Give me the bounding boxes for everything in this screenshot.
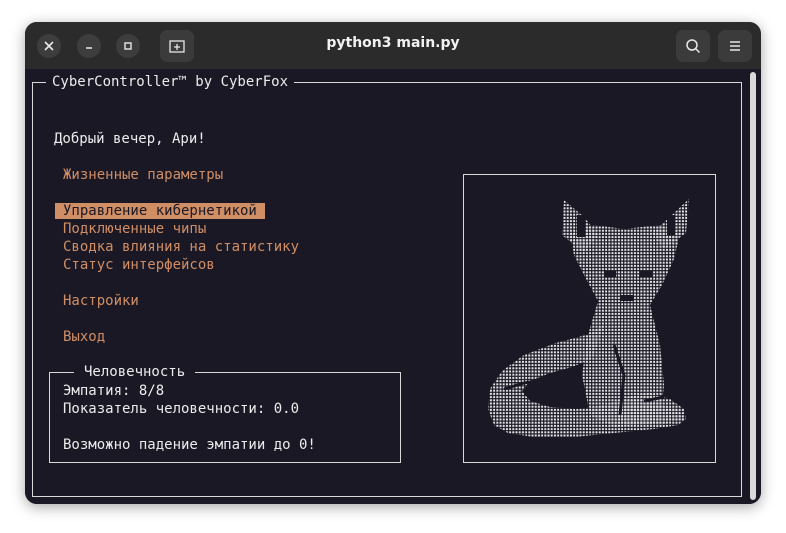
empathy-warning: Возможно падение эмпатии до 0! (63, 437, 316, 453)
greeting-text: Добрый вечер, Ари! (54, 131, 206, 147)
title-bar: python3 main.py (25, 22, 761, 69)
hamburger-icon (730, 41, 740, 51)
menu-item-interfaces[interactable]: Статус интерфейсов (63, 256, 215, 274)
terminal-window: python3 main.py CyberController™ by Cybe… (25, 22, 761, 504)
frame-title: CyberController™ by CyberFox (46, 73, 295, 91)
menu-item-cybernetics[interactable]: Управление кибернетикой (55, 202, 265, 220)
fox-ascii-art (488, 199, 689, 437)
terminal-area[interactable]: CyberController™ by CyberFox Добрый вече… (25, 69, 761, 504)
search-button[interactable] (676, 30, 710, 62)
search-icon (686, 39, 701, 54)
menu-item-settings[interactable]: Настройки (63, 292, 139, 310)
humanity-panel-title: Человечность (74, 363, 196, 381)
menu-item-stats-summary[interactable]: Сводка влияния на статистику (63, 238, 299, 256)
scrollbar[interactable] (750, 72, 756, 500)
humanity-index: Показатель человечности: 0.0 (63, 401, 300, 417)
fox-art-panel (463, 174, 716, 463)
menu-item-vitals[interactable]: Жизненные параметры (63, 166, 223, 184)
menu-item-exit[interactable]: Выход (63, 328, 105, 346)
empathy-value: Эмпатия: 8/8 (63, 383, 165, 399)
menu-button[interactable] (718, 30, 752, 62)
menu-item-chips[interactable]: Подключенные чипы (63, 220, 206, 238)
window-title: python3 main.py (326, 35, 460, 51)
menu-item-label: Управление кибернетикой (55, 203, 265, 219)
